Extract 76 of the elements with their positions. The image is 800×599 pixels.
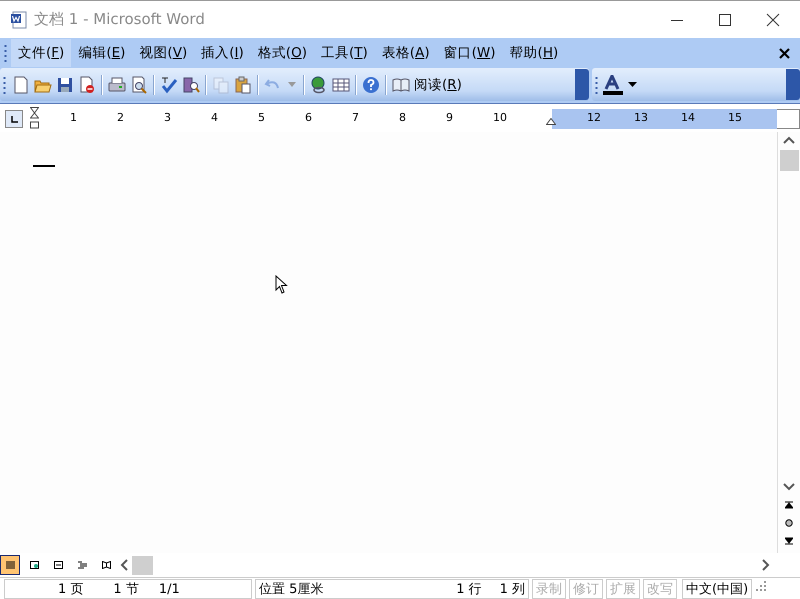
tab-selector-button[interactable] <box>5 110 23 128</box>
menu-item[interactable]: 文件(F) <box>11 39 72 67</box>
checkmark-icon <box>160 76 178 94</box>
maximize-icon[interactable] <box>718 12 732 26</box>
lines-icon <box>6 561 14 569</box>
position-text: 位置 5厘米 <box>259 581 324 598</box>
vertical-scrollbar[interactable] <box>777 132 800 553</box>
right-indent-marker-icon[interactable] <box>546 118 556 125</box>
window-title: 文档 1 - Microsoft Word <box>34 10 205 29</box>
word-document-icon <box>10 10 28 28</box>
menu-item[interactable]: 窗口(W) <box>436 39 503 67</box>
scroll-thumb[interactable] <box>132 556 153 574</box>
menu-item[interactable]: 插入(I) <box>194 39 251 67</box>
document-stop-icon <box>78 76 96 94</box>
close-icon[interactable] <box>766 12 780 26</box>
ruler-number: 13 <box>634 111 648 124</box>
grip-icon[interactable] <box>3 74 6 94</box>
view-button[interactable] <box>0 555 20 575</box>
ruler-number: 1 <box>70 111 77 124</box>
page-number: 1 页 <box>58 581 84 598</box>
ruler-number: 6 <box>305 111 312 124</box>
ruler-number: 3 <box>164 111 171 124</box>
mouse-pointer-icon <box>275 275 288 294</box>
ruler-number: 2 <box>117 111 124 124</box>
web-page-icon <box>30 561 38 569</box>
table-icon <box>332 76 350 94</box>
menu-item[interactable]: 表格(A) <box>374 39 437 67</box>
outline-icon <box>78 561 86 569</box>
copy-icon <box>212 76 230 94</box>
line-number: 1 行 <box>456 581 482 598</box>
scroll-thumb[interactable] <box>780 150 798 171</box>
read-button[interactable]: 阅读(R) <box>390 74 464 96</box>
font-color-icon[interactable] <box>602 74 624 94</box>
magnifier-document-icon <box>130 76 148 94</box>
indent-marker-icon[interactable] <box>30 107 39 129</box>
ruler-number: 4 <box>211 111 218 124</box>
menu-item[interactable]: 编辑(E) <box>71 39 132 67</box>
page-count: 1/1 <box>158 582 180 596</box>
menu-item[interactable]: 格式(O) <box>250 39 314 67</box>
menu-item[interactable]: 视图(V) <box>132 39 194 67</box>
ruler-number: 14 <box>681 111 695 124</box>
ruler-number: 5 <box>258 111 265 124</box>
text-cursor <box>33 165 55 167</box>
column-number: 1 列 <box>500 581 525 598</box>
ruler-number: 12 <box>587 111 601 124</box>
ruler-number: 9 <box>446 111 453 124</box>
page-icon <box>54 561 62 569</box>
section-number: 1 节 <box>113 581 139 598</box>
help-icon <box>362 76 380 94</box>
ruler-number: 15 <box>728 111 742 124</box>
next-page-icon[interactable] <box>785 537 793 545</box>
left-tab-icon <box>10 116 18 122</box>
grip-icon[interactable] <box>595 74 598 94</box>
browse-object-icon[interactable] <box>785 519 793 527</box>
printer-icon <box>108 76 126 94</box>
scroll-up-icon[interactable] <box>783 136 795 144</box>
document-icon <box>12 76 30 94</box>
resize-grip-icon[interactable] <box>755 579 768 591</box>
close-icon[interactable] <box>779 48 790 58</box>
previous-page-icon[interactable] <box>785 501 793 509</box>
language-indicator: 中文(中国) <box>682 579 752 599</box>
book-icon <box>392 78 410 92</box>
grip-icon[interactable] <box>4 43 7 63</box>
scroll-right-icon[interactable] <box>762 559 770 571</box>
dropdown-arrow-icon[interactable] <box>628 82 637 87</box>
ruler-number: 8 <box>399 111 406 124</box>
book-icon <box>102 561 110 569</box>
menu-item[interactable]: 工具(T) <box>314 39 375 67</box>
ruler-toggle-button[interactable] <box>777 109 800 129</box>
clipboard-icon <box>234 76 252 94</box>
scroll-down-icon[interactable] <box>783 483 795 491</box>
book-magnifier-icon <box>182 76 200 94</box>
ruler-number: 10 <box>493 111 507 124</box>
menu-item[interactable]: 帮助(H) <box>502 39 566 67</box>
scroll-left-icon[interactable] <box>120 559 128 571</box>
ruler-number: 7 <box>352 111 359 124</box>
